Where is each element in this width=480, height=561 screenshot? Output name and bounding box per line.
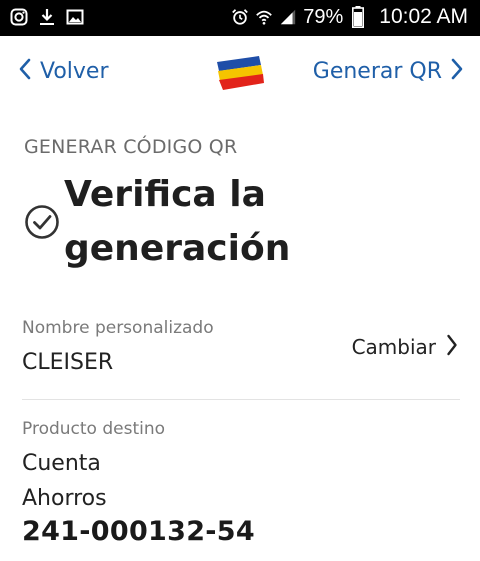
nav-bar: Volver Generar QR xyxy=(0,36,480,112)
clock: 10:02 AM xyxy=(379,5,468,28)
chevron-right-icon xyxy=(446,334,458,360)
battery-percent: 79% xyxy=(303,5,344,28)
page-title-line-2: generación xyxy=(64,228,291,269)
signal-icon xyxy=(279,8,297,26)
destination-label: Producto destino xyxy=(22,419,166,439)
download-icon xyxy=(38,8,56,26)
wifi-icon xyxy=(255,8,273,26)
chevron-left-icon xyxy=(18,58,32,84)
bank-logo xyxy=(213,52,267,96)
generate-qr-button[interactable]: Generar QR xyxy=(313,58,464,84)
custom-name-label: Nombre personalizado xyxy=(22,318,214,338)
page-title: Verifica la generación xyxy=(64,168,444,276)
image-icon xyxy=(66,8,84,26)
destination-type-line-2: Ahorros xyxy=(22,486,107,511)
status-right: 79% 10:02 AM xyxy=(231,5,468,29)
battery-icon xyxy=(349,6,367,28)
destination-type-line-1: Cuenta xyxy=(22,451,101,476)
account-number: 241-000132-54 xyxy=(22,516,255,547)
back-button[interactable]: Volver xyxy=(18,58,109,84)
alarm-icon xyxy=(231,8,249,26)
custom-name-value: CLEISER xyxy=(22,350,114,375)
divider xyxy=(22,399,460,400)
chevron-right-icon xyxy=(450,58,464,84)
instagram-icon xyxy=(10,8,28,26)
status-bar: 79% 10:02 AM xyxy=(0,0,480,36)
check-circle-icon xyxy=(24,204,60,240)
generate-qr-label: Generar QR xyxy=(312,58,442,84)
change-name-label: Cambiar xyxy=(351,335,436,359)
page-title-line-1: Verifica la xyxy=(64,174,266,215)
back-button-label: Volver xyxy=(40,58,109,84)
status-left-icons xyxy=(10,8,84,26)
section-title: GENERAR CÓDIGO QR xyxy=(24,136,238,158)
change-name-button[interactable]: Cambiar xyxy=(352,334,458,360)
